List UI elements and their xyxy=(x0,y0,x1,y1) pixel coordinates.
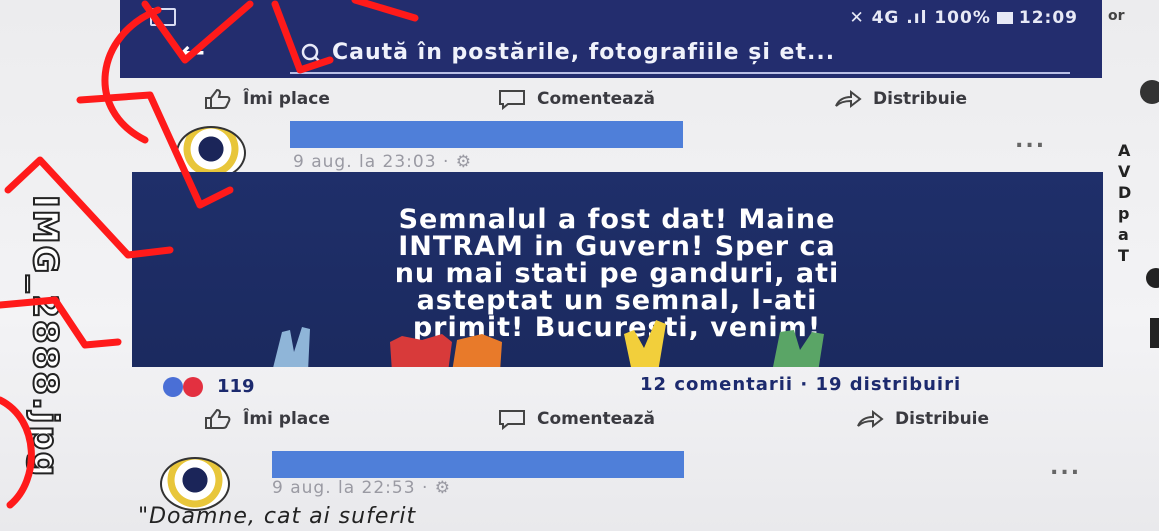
top-bar: ✕ 4G .ıl 100% 12:09 ← Caută în postările,… xyxy=(120,0,1102,78)
side-avatar-2 xyxy=(1146,268,1159,288)
thumbs-up-icon xyxy=(205,408,231,429)
post-text: "Doamne, cat ai suferit xyxy=(138,504,417,529)
like-label: Îmi place xyxy=(243,89,330,109)
comment-button-2[interactable]: Comentează xyxy=(497,408,655,430)
side-edge-text: or xyxy=(1108,8,1125,24)
post-timestamp[interactable]: 9 aug. la 23:03 · ⚙ xyxy=(293,152,472,172)
clock: 12:09 xyxy=(1018,8,1078,28)
love-reaction-icon xyxy=(183,376,203,397)
signal-indicators: ✕ 4G .ıl xyxy=(849,8,928,28)
post-image[interactable]: Semnalul a fost dat! Maine INTRAM in Guv… xyxy=(132,172,1103,367)
search-icon[interactable] xyxy=(300,42,324,66)
like-label: Îmi place xyxy=(243,409,330,429)
side-edge-bar xyxy=(1150,318,1159,348)
reactions-summary[interactable]: 119 xyxy=(163,376,255,397)
comment-icon xyxy=(499,410,525,430)
redacted-name-bar-2 xyxy=(272,451,684,478)
thumbs-up-icon xyxy=(205,88,231,109)
gallery-icon xyxy=(150,8,176,26)
back-arrow-icon[interactable]: ← xyxy=(180,38,205,68)
share-icon xyxy=(857,409,884,429)
comment-label: Comentează xyxy=(537,89,655,109)
comment-label: Comentează xyxy=(537,409,655,429)
page-avatar-2[interactable] xyxy=(160,457,230,511)
reaction-count: 119 xyxy=(217,376,255,397)
post-actions-top: Îmi place Comentează Distribuie xyxy=(175,88,1085,118)
comment-icon xyxy=(499,90,525,110)
comment-button[interactable]: Comentează xyxy=(497,88,655,110)
status-left-icons xyxy=(150,8,176,26)
like-button[interactable]: Îmi place xyxy=(203,88,330,110)
share-button-2[interactable]: Distribuie xyxy=(855,408,989,430)
comments-shares-count[interactable]: 12 comentarii · 19 distribuiri xyxy=(640,374,961,395)
post-actions-bottom: Îmi place Comentează Distribuie xyxy=(175,408,1085,438)
share-label: Distribuie xyxy=(895,409,990,429)
raised-hands-graphic xyxy=(273,320,824,367)
status-bar: ✕ 4G .ıl 100% 12:09 xyxy=(849,8,1078,28)
search-underline xyxy=(290,72,1070,74)
more-options-icon[interactable]: ... xyxy=(1015,128,1046,153)
battery-level: 100% xyxy=(934,8,991,28)
side-avatar xyxy=(1140,80,1159,104)
search-input[interactable]: Caută în postările, fotografiile și et..… xyxy=(332,40,835,65)
share-label: Distribuie xyxy=(873,89,968,109)
more-options-icon-2[interactable]: ... xyxy=(1050,455,1081,480)
share-button[interactable]: Distribuie xyxy=(833,88,967,110)
battery-icon xyxy=(996,12,1013,24)
file-name-label: IMG_2888.jpg xyxy=(24,194,66,479)
side-edge-column: A V D p a T xyxy=(1118,141,1132,265)
share-icon xyxy=(835,89,862,109)
like-reaction-icon xyxy=(163,376,183,397)
redacted-name-bar xyxy=(290,121,683,148)
post-timestamp-2[interactable]: 9 aug. la 22:53 · ⚙ xyxy=(272,478,451,498)
like-button-2[interactable]: Îmi place xyxy=(203,408,330,430)
